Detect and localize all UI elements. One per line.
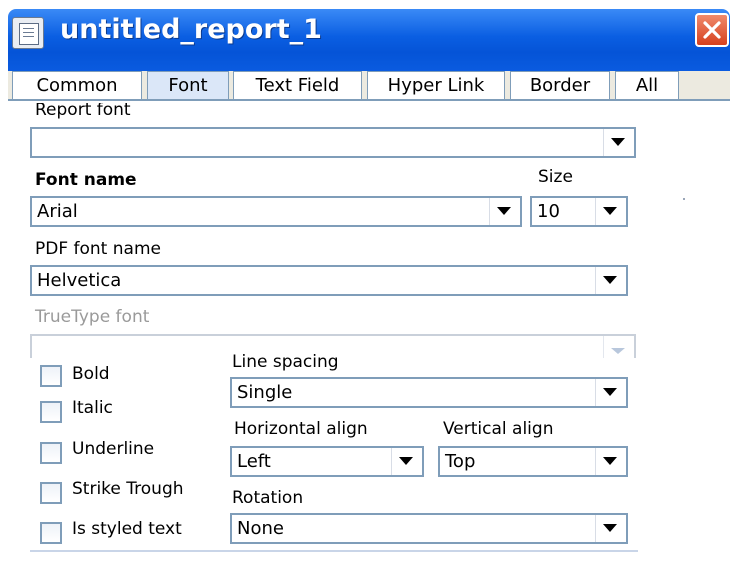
font-name-label: Font name (35, 170, 137, 190)
rotation-select[interactable]: None (230, 513, 628, 544)
rotation-dropdown-button[interactable] (595, 515, 626, 542)
chevron-down-icon (603, 524, 617, 532)
report-font-label: Report font (35, 103, 131, 120)
is-styled-text-label: Is styled text (72, 519, 182, 539)
underline-label: Underline (72, 439, 155, 459)
pdf-font-name-select[interactable]: Helvetica (30, 265, 628, 296)
chevron-down-icon (611, 348, 625, 354)
horizontal-align-value: Left (237, 451, 271, 472)
tab-hyper-link[interactable]: Hyper Link (367, 71, 505, 100)
chevron-down-icon (611, 138, 625, 146)
close-button[interactable] (695, 13, 729, 47)
bold-checkbox[interactable] (40, 365, 62, 387)
rotation-value: None (237, 518, 284, 539)
tab-all[interactable]: All (615, 71, 679, 100)
chevron-down-icon (497, 207, 511, 215)
horizontal-align-dropdown-button[interactable] (391, 448, 422, 475)
line-spacing-value: Single (237, 382, 293, 403)
underline-checkbox[interactable] (40, 442, 62, 464)
report-icon (12, 17, 44, 49)
size-value: 10 (537, 201, 560, 222)
chevron-down-icon (603, 457, 617, 465)
tab-font[interactable]: Font (147, 71, 229, 100)
truetype-font-dropdown-button (603, 336, 634, 358)
vertical-align-label: Vertical align (443, 419, 554, 439)
tab-common[interactable]: Common (12, 71, 142, 100)
vertical-align-select[interactable]: Top (438, 446, 628, 477)
vertical-align-dropdown-button[interactable] (595, 448, 626, 475)
report-font-select[interactable] (30, 127, 636, 158)
is-styled-text-checkbox[interactable] (40, 522, 62, 544)
font-name-dropdown-button[interactable] (489, 198, 520, 225)
line-spacing-label: Line spacing (232, 352, 339, 372)
truetype-font-label: TrueType font (35, 307, 150, 327)
horizontal-align-select[interactable]: Left (230, 446, 424, 477)
font-name-select[interactable]: Arial (30, 196, 522, 227)
chevron-down-icon (603, 276, 617, 284)
vertical-align-value: Top (445, 451, 476, 472)
line-spacing-dropdown-button[interactable] (595, 379, 626, 406)
horizontal-align-label: Horizontal align (234, 419, 368, 439)
bold-label: Bold (72, 364, 110, 384)
report-font-dropdown-button[interactable] (603, 129, 634, 156)
chevron-down-icon (603, 207, 617, 215)
pdf-font-name-label: PDF font name (35, 239, 161, 259)
chevron-down-icon (399, 457, 413, 465)
size-label: Size (538, 167, 573, 187)
pdf-font-name-value: Helvetica (37, 270, 122, 291)
size-select[interactable]: 10 (530, 196, 628, 227)
pdf-font-name-dropdown-button[interactable] (595, 267, 626, 294)
italic-label: Italic (72, 398, 113, 418)
italic-checkbox[interactable] (40, 401, 62, 423)
font-name-value: Arial (37, 201, 78, 222)
close-icon (703, 21, 721, 39)
strike-through-checkbox[interactable] (40, 482, 62, 504)
window-title: untitled_report_1 (60, 14, 322, 45)
strike-through-label: Strike Trough (72, 479, 184, 499)
tab-border[interactable]: Border (510, 71, 610, 100)
decorative-dot (683, 198, 685, 200)
panel-bottom-border (30, 550, 638, 552)
size-dropdown-button[interactable] (595, 198, 626, 225)
rotation-label: Rotation (232, 488, 304, 508)
tab-text-field[interactable]: Text Field (233, 71, 362, 100)
chevron-down-icon (603, 388, 617, 396)
line-spacing-select[interactable]: Single (230, 377, 628, 408)
